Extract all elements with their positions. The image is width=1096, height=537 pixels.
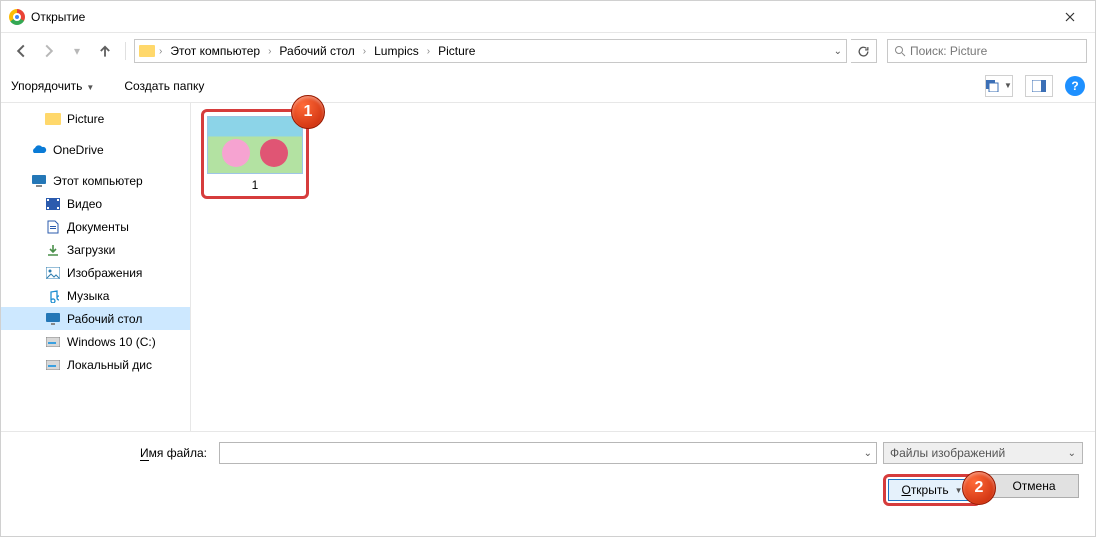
chevron-down-icon: ⌄	[1068, 448, 1076, 459]
images-icon	[45, 265, 61, 281]
drive-icon	[45, 334, 61, 350]
breadcrumb[interactable]: Этот компьютер	[166, 42, 264, 60]
open-button-highlight: Открыть ▼ 2	[883, 474, 981, 506]
folder-icon	[139, 45, 155, 57]
chevron-right-icon: ›	[268, 46, 271, 57]
breadcrumb[interactable]: Рабочий стол	[275, 42, 358, 60]
annotation-callout: 1	[291, 95, 325, 129]
file-name: 1	[252, 178, 259, 192]
address-bar[interactable]: › Этот компьютер › Рабочий стол › Lumpic…	[134, 39, 847, 63]
desktop-icon	[45, 311, 61, 327]
filename-input[interactable]: ⌄	[219, 442, 877, 464]
documents-icon	[45, 219, 61, 235]
onedrive-icon	[31, 142, 47, 158]
view-menu-button[interactable]: ▼	[985, 75, 1013, 97]
help-button[interactable]: ?	[1065, 76, 1085, 96]
close-button[interactable]	[1053, 3, 1087, 31]
tree-item-onedrive[interactable]: OneDrive	[1, 138, 190, 161]
chrome-icon	[9, 9, 25, 25]
cancel-button[interactable]: Отмена	[989, 474, 1079, 498]
forward-button[interactable]	[37, 39, 61, 63]
breadcrumb[interactable]: Picture	[434, 42, 479, 60]
music-icon	[45, 288, 61, 304]
tree-item-video[interactable]: Видео	[1, 192, 190, 215]
up-button[interactable]	[93, 39, 117, 63]
search-icon	[894, 45, 906, 57]
navbar: ▾ › Этот компьютер › Рабочий стол › Lump…	[1, 33, 1095, 69]
video-icon	[45, 196, 61, 212]
chevron-right-icon: ›	[363, 46, 366, 57]
search-placeholder: Поиск: Picture	[910, 44, 987, 58]
chevron-right-icon: ›	[159, 46, 162, 57]
file-thumbnail	[207, 116, 303, 174]
chevron-down-icon[interactable]: ⌄	[864, 448, 872, 459]
chevron-right-icon: ›	[427, 46, 430, 57]
file-list[interactable]: 1 1	[191, 103, 1095, 431]
annotation-callout: 2	[962, 471, 996, 505]
folder-icon	[45, 113, 61, 125]
filename-label: Имя файла:	[13, 446, 213, 460]
tree-item-images[interactable]: Изображения	[1, 261, 190, 284]
recent-dropdown[interactable]: ▾	[65, 39, 89, 63]
toolbar: Упорядочить▼ Создать папку ▼ ?	[1, 69, 1095, 103]
file-item[interactable]: 1 1	[201, 109, 309, 199]
tree-item-this-pc[interactable]: Этот компьютер	[1, 169, 190, 192]
chevron-down-icon[interactable]: ⌄	[834, 46, 842, 57]
tree-item-music[interactable]: Музыка	[1, 284, 190, 307]
search-input[interactable]: Поиск: Picture	[887, 39, 1087, 63]
tree-item-picture[interactable]: Picture	[1, 107, 190, 130]
this-pc-icon	[31, 173, 47, 189]
back-button[interactable]	[9, 39, 33, 63]
tree-item-downloads[interactable]: Загрузки	[1, 238, 190, 261]
tree-item-drive-c[interactable]: Windows 10 (C:)	[1, 330, 190, 353]
tree-item-drive-local[interactable]: Локальный дис	[1, 353, 190, 376]
navigation-tree[interactable]: Picture OneDrive Этот компьютер Видео До…	[1, 103, 191, 431]
tree-item-desktop[interactable]: Рабочий стол	[1, 307, 190, 330]
new-folder-button[interactable]: Создать папку	[124, 79, 204, 93]
drive-icon	[45, 357, 61, 373]
tree-item-documents[interactable]: Документы	[1, 215, 190, 238]
breadcrumb[interactable]: Lumpics	[370, 42, 423, 60]
bottom-panel: Имя файла: ⌄ Файлы изображений⌄ Открыть …	[1, 431, 1095, 518]
titlebar: Открытие	[1, 1, 1095, 33]
main-area: Picture OneDrive Этот компьютер Видео До…	[1, 103, 1095, 431]
downloads-icon	[45, 242, 61, 258]
preview-pane-button[interactable]	[1025, 75, 1053, 97]
refresh-button[interactable]	[851, 39, 877, 63]
window-title: Открытие	[31, 10, 85, 24]
file-type-filter[interactable]: Файлы изображений⌄	[883, 442, 1083, 464]
organize-menu[interactable]: Упорядочить▼	[11, 79, 94, 93]
